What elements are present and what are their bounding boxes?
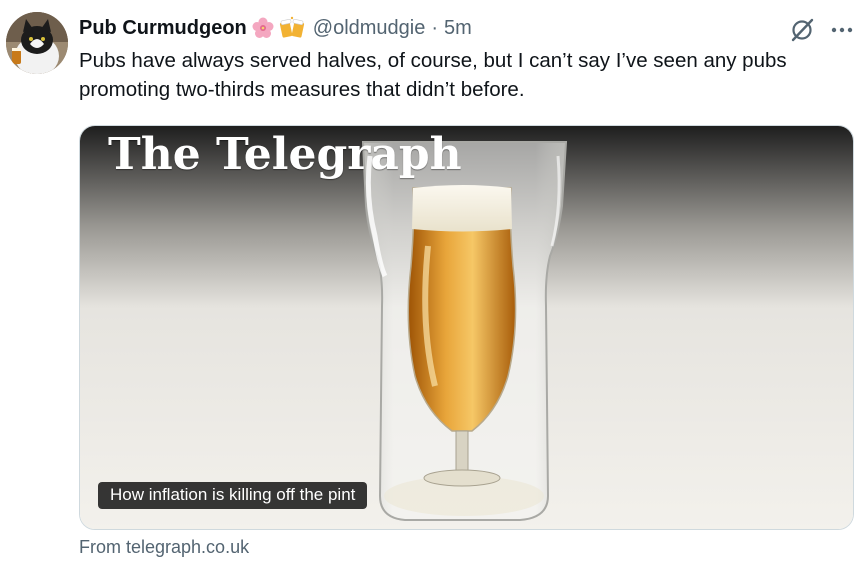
timestamp[interactable]: 5m xyxy=(444,17,472,40)
card-source-link[interactable]: From telegraph.co.uk xyxy=(79,537,249,558)
separator-dot: · xyxy=(431,16,439,39)
tweet-text: Pubs have always served halves, of cours… xyxy=(79,49,787,101)
handle[interactable]: @oldmudgie xyxy=(313,17,426,40)
tweet-header: Pub Curmudgeon @oldmudgie · 5m xyxy=(79,13,472,43)
article-image xyxy=(80,126,853,529)
beer-mugs-icon xyxy=(279,16,307,40)
display-name[interactable]: Pub Curmudgeon xyxy=(79,17,247,40)
link-card[interactable]: The Telegraph How inflation is killing o… xyxy=(79,125,854,530)
cherry-blossom-icon xyxy=(251,16,275,40)
grok-icon[interactable] xyxy=(788,16,816,44)
masthead-logo: The Telegraph xyxy=(108,129,462,180)
avatar[interactable] xyxy=(6,12,68,74)
card-caption[interactable]: How inflation is killing off the pint xyxy=(98,482,368,509)
more-options-icon[interactable] xyxy=(824,16,860,44)
